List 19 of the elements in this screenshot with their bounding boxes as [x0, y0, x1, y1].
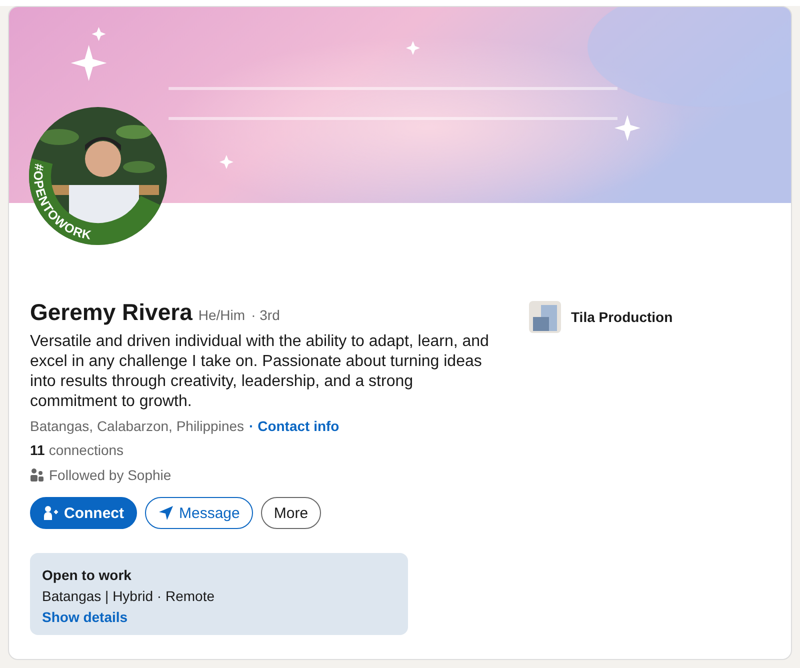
company-logo[interactable] — [529, 301, 561, 333]
pronouns: He/Him — [198, 307, 246, 323]
open-to-work-title: Open to work — [42, 567, 132, 583]
connections-count[interactable]: 11 connections — [30, 442, 510, 458]
connect-button[interactable]: Connect — [30, 497, 137, 529]
more-button[interactable]: More — [260, 497, 322, 529]
send-icon — [158, 505, 174, 521]
contact-info-link[interactable]: · Contact info — [249, 418, 340, 434]
followed-by-text: Followed by Sophie — [49, 467, 172, 483]
message-button[interactable]: Message — [145, 497, 253, 529]
profile-name: Geremy Rivera — [30, 299, 192, 326]
location: Batangas, Calabarzon, Philippines — [30, 418, 244, 434]
show-details-link[interactable]: Show details — [42, 609, 396, 625]
open-to-work-details: Batangas | Hybrid · Remote — [42, 588, 216, 604]
connection-degree: · 3rd — [251, 307, 280, 323]
people-icon — [30, 468, 44, 482]
company-name[interactable]: Tila Production — [571, 309, 673, 325]
add-person-icon — [43, 505, 59, 521]
headline: Versatile and driven individual with the ability to adapt, learn, and excel in any challenge I take on. Passionate about turning ideas into results through creativity, leadership, and a strong commitment to growth. — [30, 332, 490, 412]
